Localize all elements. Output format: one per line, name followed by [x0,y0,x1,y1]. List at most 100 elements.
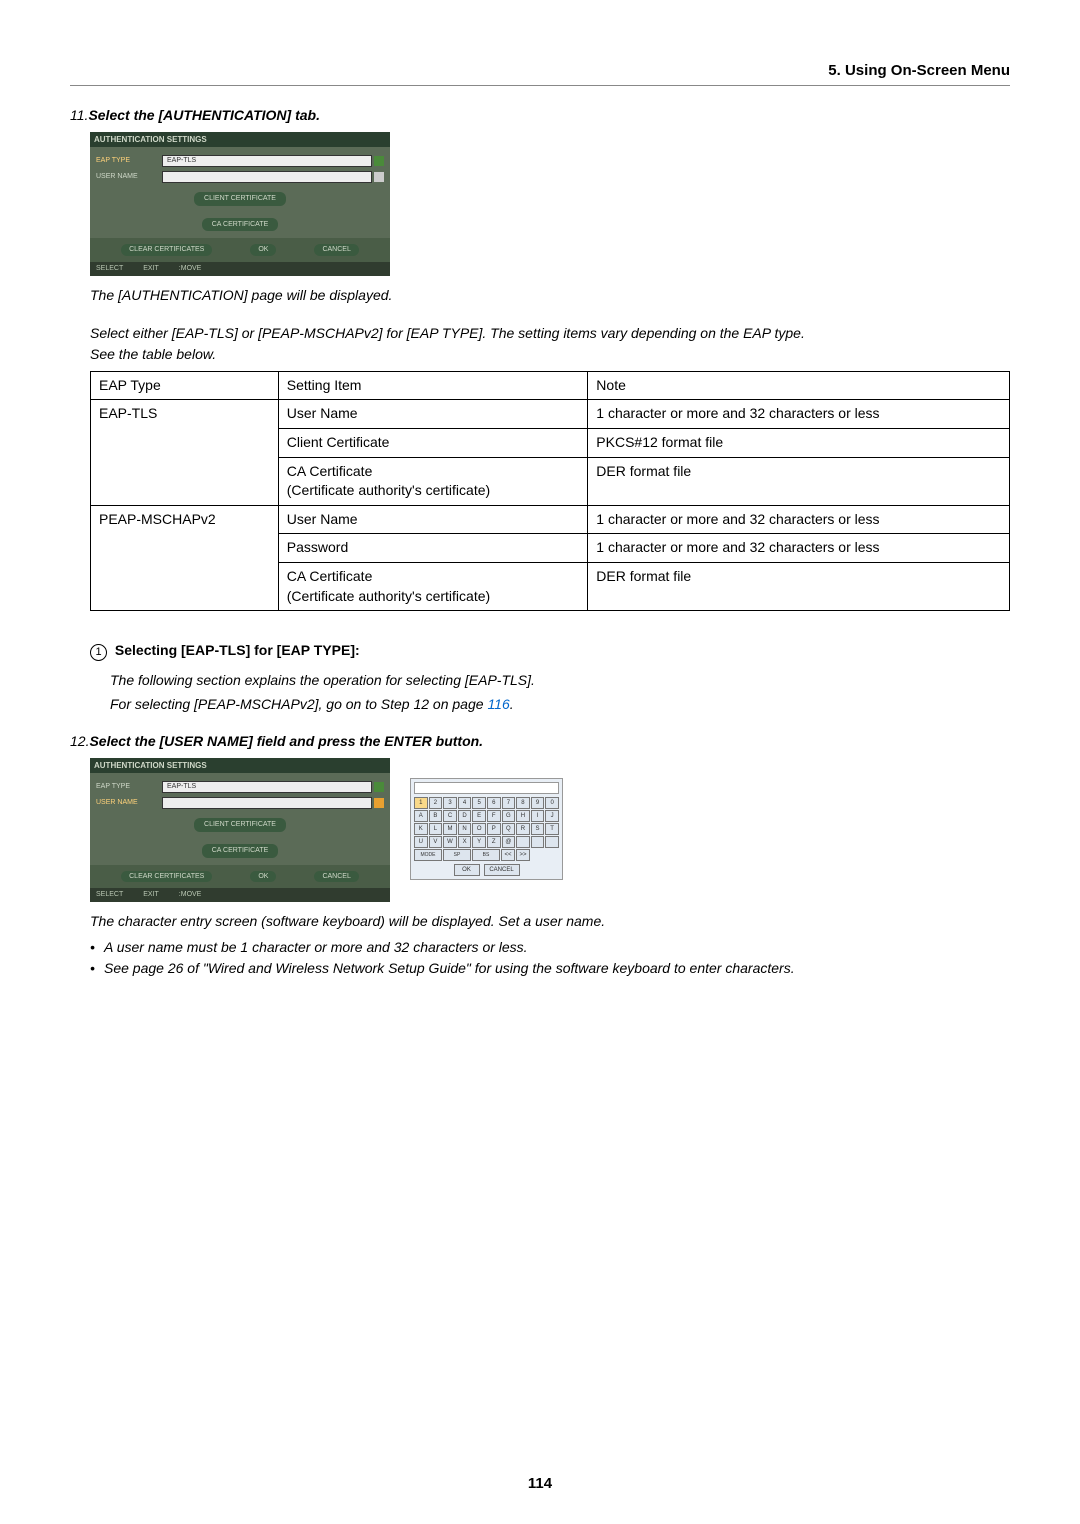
step-11: 11.Select the [AUTHENTICATION] tab. [70,106,1010,126]
ss1-title: AUTHENTICATION SETTINGS [90,132,390,147]
kb-key: 1 [414,797,428,809]
kb-mode: MODE [414,849,442,861]
dropdown-icon [374,782,384,792]
kb-right: >> [516,849,530,861]
kb-ok: OK [454,864,480,876]
cell-item: User Name [278,505,588,534]
kb-key: E [472,810,486,822]
kb-key [545,836,559,848]
kb-key: A [414,810,428,822]
kb-key: I [531,810,545,822]
step-12-text: Select the [USER NAME] field and press t… [89,733,483,749]
ss2-foot-exit: EXIT [143,890,159,900]
kb-key: 8 [516,797,530,809]
para-see-table: See the table below. [90,345,1010,365]
kb-key: F [487,810,501,822]
cell-note: 1 character or more and 32 characters or… [588,534,1010,563]
kb-key: 3 [443,797,457,809]
circled-1: 1 [90,644,107,661]
kb-key: 4 [458,797,472,809]
ss1-ca-cert-btn: CA CERTIFICATE [202,218,279,232]
software-keyboard: 1 2 3 4 5 6 7 8 9 0 A B C D E F G H I [410,778,563,880]
dropdown-icon [374,156,384,166]
kb-key: N [458,823,472,835]
bullet-1: A user name must be 1 character or more … [90,938,1010,958]
kb-key: R [516,823,530,835]
para-select-eap: Select either [EAP-TLS] or [PEAP-MSCHAPv… [90,324,1010,344]
kb-input-field [414,782,559,794]
kb-key: O [472,823,486,835]
cell-item: CA Certificate (Certificate authority's … [278,457,588,505]
kb-key: Q [502,823,516,835]
kb-key: C [443,810,457,822]
subsection-title: Selecting [EAP-TLS] for [EAP TYPE]: [115,642,360,658]
cell-note: 1 character or more and 32 characters or… [588,505,1010,534]
kb-key: W [443,836,457,848]
kb-left: << [501,849,515,861]
kb-key: S [531,823,545,835]
cell-item: Client Certificate [278,428,588,457]
ss2-clear-btn: CLEAR CERTIFICATES [121,871,212,883]
ss2-foot-move: :MOVE [179,890,202,900]
cell-item: User Name [278,400,588,429]
ss2-ca-cert-btn: CA CERTIFICATE [202,844,279,858]
ss1-foot-move: :MOVE [179,264,202,274]
kb-key: 6 [487,797,501,809]
cell-item: CA Certificate (Certificate authority's … [278,562,588,610]
ss2-user-name-field [162,797,372,809]
kb-key: @ [502,836,516,848]
kb-key: B [429,810,443,822]
ss2-eap-type-value: EAP-TLS [162,781,372,793]
step-11-text: Select the [AUTHENTICATION] tab. [88,107,320,123]
ss2-cancel-btn: CANCEL [314,871,358,883]
kb-cancel: CANCEL [484,864,520,876]
cell-note: DER format file [588,457,1010,505]
kb-key: V [429,836,443,848]
page-number: 114 [0,1473,1080,1494]
ss1-user-name-label: USER NAME [96,172,156,182]
ss1-foot-select: SELECT [96,264,123,274]
kb-row-1: 1 2 3 4 5 6 7 8 9 0 [414,797,559,809]
ss1-eap-type-label: EAP TYPE [96,156,156,166]
bullet-2: See page 26 of "Wired and Wireless Netwo… [90,959,1010,979]
ss2-user-name-label: USER NAME [96,798,156,808]
kb-row-5: MODE SP BS << >> [414,849,559,861]
kb-sp: SP [443,849,471,861]
step-12: 12.Select the [USER NAME] field and pres… [70,732,1010,752]
sub-line2-a: For selecting [PEAP-MSCHAPv2], go on to … [110,696,487,712]
kb-key: T [545,823,559,835]
kb-key: G [502,810,516,822]
ss1-clear-btn: CLEAR CERTIFICATES [121,244,212,256]
kb-key: Y [472,836,486,848]
cell-eap-tls: EAP-TLS [91,400,279,505]
sub-line2: For selecting [PEAP-MSCHAPv2], go on to … [110,695,1010,715]
ss2-title: AUTHENTICATION SETTINGS [90,758,390,773]
kb-key: 9 [531,797,545,809]
sub-line2-b: . [510,696,514,712]
step-11-num: 11. [70,107,88,123]
edit-icon [374,172,384,182]
cell-peap: PEAP-MSCHAPv2 [91,505,279,610]
para-auth-displayed: The [AUTHENTICATION] page will be displa… [90,286,1010,306]
auth-settings-screenshot-1: AUTHENTICATION SETTINGS EAP TYPE EAP-TLS… [90,132,390,276]
page-link-116[interactable]: 116 [487,696,509,712]
kb-key: 0 [545,797,559,809]
ss1-foot-exit: EXIT [143,264,159,274]
kb-key: Z [487,836,501,848]
th-note: Note [588,371,1010,400]
cell-note: 1 character or more and 32 characters or… [588,400,1010,429]
ss2-eap-type-label: EAP TYPE [96,782,156,792]
kb-key: P [487,823,501,835]
kb-key: J [545,810,559,822]
kb-key [516,836,530,848]
kb-key: D [458,810,472,822]
ss2-foot-select: SELECT [96,890,123,900]
th-eap-type: EAP Type [91,371,279,400]
kb-key [531,836,545,848]
kb-key: 5 [472,797,486,809]
para-after-keyboard: The character entry screen (software key… [90,912,1010,932]
th-setting-item: Setting Item [278,371,588,400]
ss1-client-cert-btn: CLIENT CERTIFICATE [194,192,286,206]
table-row: EAP-TLS User Name 1 character or more an… [91,400,1010,429]
ss1-cancel-btn: CANCEL [314,244,358,256]
